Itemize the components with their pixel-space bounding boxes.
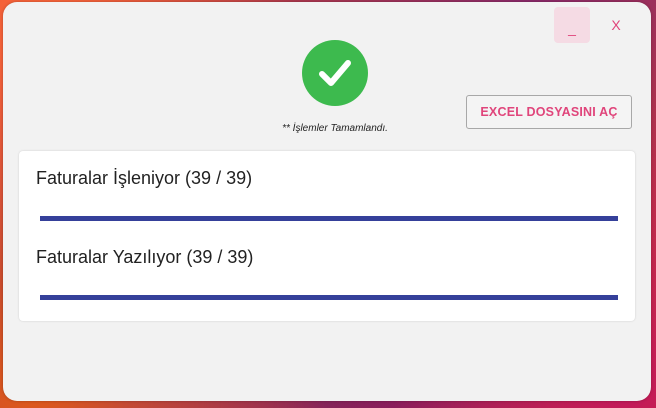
processing-progress-label: Faturalar İşleniyor (39 / 39) [36, 168, 253, 188]
processing-progress-bar [40, 216, 618, 221]
writing-progress-label: Faturalar Yazılıyor (39 / 39) [36, 247, 254, 267]
dialog-window: _ X ** İşlemler Tamamlandı. EXCEL DOSYAS… [3, 2, 651, 401]
check-circle-icon [302, 40, 368, 106]
progress-panel: Faturalar İşleniyor (39 / 39) Faturalar … [19, 151, 635, 321]
minimize-button[interactable]: _ [554, 7, 590, 43]
close-button[interactable]: X [598, 7, 634, 43]
processing-progress-fill [40, 216, 618, 221]
writing-progress-fill [40, 295, 618, 300]
open-excel-button[interactable]: EXCEL DOSYASINI AÇ [466, 95, 632, 129]
writing-progress-bar [40, 295, 618, 300]
checkmark-icon [319, 60, 351, 86]
